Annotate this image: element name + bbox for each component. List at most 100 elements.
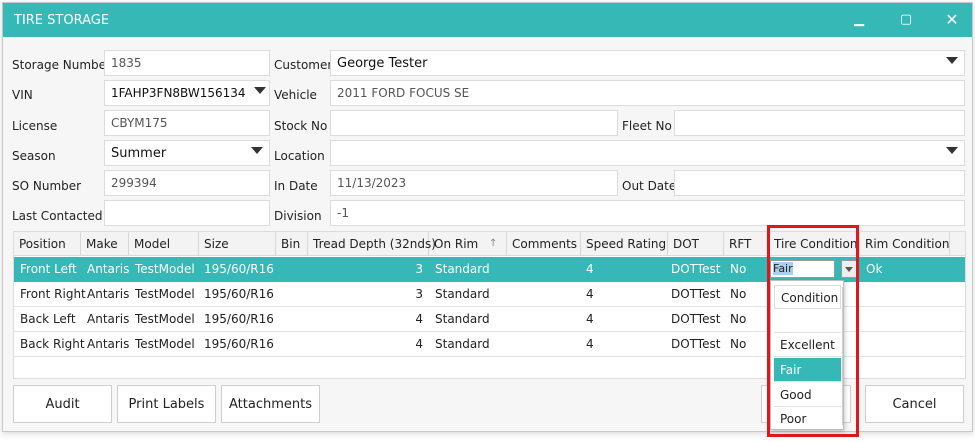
tire-condition-dropdown: Condition Excellent Fair Good Poor — [770, 280, 844, 430]
cell-dot: DOTTest — [671, 337, 721, 351]
division-label: Division — [274, 209, 322, 223]
season-value: Summer — [111, 146, 167, 161]
cell-size: 195/60/R16 — [204, 262, 274, 276]
season-label: Season — [12, 149, 56, 163]
col-header-bin[interactable]: Bin — [276, 232, 308, 256]
cell-size: 195/60/R16 — [204, 287, 274, 301]
attachments-button[interactable]: Attachments — [221, 385, 320, 423]
col-header-speed-rating[interactable]: Speed Rating — [581, 232, 668, 256]
location-select[interactable] — [330, 140, 965, 166]
cell-rft: No — [730, 262, 747, 276]
cell-position: Front Left — [20, 262, 77, 276]
dropdown-column-header: Condition — [774, 285, 841, 309]
in-date-label: In Date — [274, 179, 318, 193]
so-number-field[interactable]: 299394 — [104, 170, 270, 196]
in-date-field[interactable]: 11/13/2023 — [330, 170, 618, 196]
vehicle-field[interactable]: 2011 FORD FOCUS SE — [330, 80, 965, 106]
vin-value: 1FAHP3FN8BW156134 — [111, 86, 246, 100]
stock-no-label: Stock No — [274, 119, 328, 133]
license-label: License — [12, 119, 58, 133]
customer-label: Customer — [274, 58, 333, 72]
cell-make: Antaris — [87, 337, 130, 351]
tire-condition-editor-text: Fair — [773, 262, 793, 275]
cell-rft: No — [730, 312, 747, 326]
cell-make: Antaris — [87, 312, 130, 326]
cell-size: 195/60/R16 — [204, 337, 274, 351]
cell-position: Back Left — [20, 312, 76, 326]
cell-model: TestModel — [135, 287, 195, 301]
season-select[interactable]: Summer — [104, 140, 270, 166]
cell-model: TestModel — [135, 337, 195, 351]
cell-make: Antaris — [87, 262, 130, 276]
col-header-dot[interactable]: DOT — [668, 232, 724, 256]
stock-no-field[interactable] — [330, 110, 618, 136]
dropdown-option-blank[interactable] — [774, 309, 841, 333]
vehicle-label: Vehicle — [274, 88, 317, 102]
storage-number-field[interactable]: 1835 — [104, 50, 270, 76]
col-header-size[interactable]: Size — [199, 232, 276, 256]
print-labels-button[interactable]: Print Labels — [117, 385, 216, 423]
col-header-position[interactable]: Position — [14, 232, 81, 256]
maximize-icon[interactable]: ▢ — [893, 9, 919, 31]
division-field[interactable]: -1 — [330, 200, 965, 226]
cell-tread: 4 — [415, 312, 423, 326]
cell-on-rim: Standard — [435, 287, 490, 301]
so-number-label: SO Number — [12, 179, 82, 193]
minimize-icon[interactable]: ▁ — [846, 9, 872, 31]
dropdown-scrollbar[interactable] — [842, 287, 843, 425]
location-chevron-down-icon[interactable] — [946, 147, 958, 154]
close-icon[interactable]: ✕ — [939, 9, 965, 31]
grid-header: Position Make Model Size Bin Tread Depth… — [14, 232, 965, 256]
col-header-model[interactable]: Model — [129, 232, 199, 256]
cell-model: TestModel — [135, 312, 195, 326]
license-field[interactable]: CBYM175 — [104, 110, 270, 136]
fleet-no-label: Fleet No — [622, 119, 672, 133]
last-contacted-label: Last Contacted — [12, 209, 103, 223]
window-title: TIRE STORAGE — [14, 13, 110, 28]
tire-condition-chevron-down-icon[interactable] — [841, 260, 857, 278]
cell-speed: 4 — [586, 312, 594, 326]
cell-on-rim: Standard — [435, 337, 490, 351]
col-header-rim-condition[interactable]: Rim Condition — [860, 232, 950, 256]
col-header-tread-depth[interactable]: Tread Depth (32nds) — [308, 232, 436, 256]
cell-on-rim: Standard — [435, 262, 490, 276]
cell-make: Antaris — [87, 287, 130, 301]
last-contacted-field[interactable] — [104, 200, 270, 226]
audit-button[interactable]: Audit — [13, 385, 112, 423]
cell-dot: DOTTest — [671, 262, 721, 276]
table-row[interactable]: Front Left Antaris TestModel 195/60/R16 … — [14, 257, 965, 282]
vin-label: VIN — [12, 88, 33, 102]
col-header-tire-condition[interactable]: Tire Condition — [769, 232, 860, 256]
cell-speed: 4 — [586, 287, 594, 301]
cell-position: Back Right — [20, 337, 85, 351]
cell-on-rim: Standard — [435, 312, 490, 326]
cell-tread: 3 — [415, 287, 423, 301]
fleet-no-field[interactable] — [674, 110, 965, 136]
season-chevron-down-icon[interactable] — [251, 147, 263, 154]
cell-speed: 4 — [586, 337, 594, 351]
customer-value: George Tester — [337, 56, 428, 71]
dropdown-option-fair[interactable]: Fair — [774, 358, 841, 382]
sort-ascending-icon: ↑ — [489, 238, 498, 249]
customer-chevron-down-icon[interactable] — [946, 57, 958, 64]
dropdown-option-excellent[interactable]: Excellent — [774, 333, 841, 357]
out-date-field[interactable] — [674, 170, 965, 196]
tire-condition-editor[interactable]: Fair — [770, 260, 835, 278]
cell-tread: 3 — [415, 262, 423, 276]
customer-select[interactable]: George Tester — [330, 50, 965, 76]
col-header-comments[interactable]: Comments — [507, 232, 581, 256]
vin-chevron-down-icon[interactable] — [254, 87, 266, 94]
storage-number-label: Storage Number — [12, 58, 111, 72]
col-header-make[interactable]: Make — [81, 232, 129, 256]
cell-model: TestModel — [135, 262, 195, 276]
out-date-label: Out Date — [622, 179, 677, 193]
cell-rim-condition: Ok — [866, 262, 883, 276]
vin-select[interactable]: 1FAHP3FN8BW156134 — [104, 80, 270, 106]
dropdown-option-poor[interactable]: Poor — [774, 407, 841, 431]
col-header-rft[interactable]: RFT — [724, 232, 769, 256]
cell-position: Front Right — [20, 287, 86, 301]
cancel-button[interactable]: Cancel — [865, 385, 964, 423]
dropdown-option-good[interactable]: Good — [774, 383, 841, 407]
cell-dot: DOTTest — [671, 312, 721, 326]
cell-tread: 4 — [415, 337, 423, 351]
